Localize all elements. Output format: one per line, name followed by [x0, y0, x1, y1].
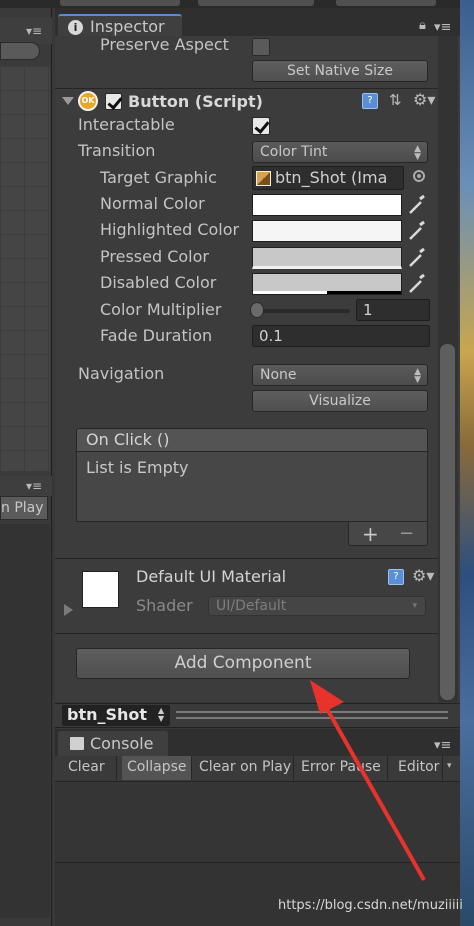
object-picker-dot	[417, 174, 421, 178]
panel-menu-icon[interactable]: ▾≡	[434, 20, 451, 35]
preserve-aspect-label: Preserve Aspect	[100, 35, 229, 54]
normal-color-swatch[interactable]	[252, 194, 402, 216]
target-graphic-label: Target Graphic	[100, 168, 217, 187]
target-graphic-value: btn_Shot (Ima	[275, 168, 388, 187]
shader-dropdown[interactable]: UI/Default ▾	[208, 596, 426, 616]
help-book-icon[interactable]: ?	[362, 93, 378, 109]
color-multiplier-field[interactable]: 1	[356, 299, 430, 321]
script-ok-icon: OK	[78, 91, 98, 111]
transition-label: Transition	[78, 141, 156, 160]
eyedropper-icon[interactable]	[406, 220, 428, 242]
set-native-size-button[interactable]: Set Native Size	[252, 60, 428, 82]
scene-grid[interactable]	[0, 66, 50, 471]
dropdown-arrow-icon: ▾	[412, 601, 417, 611]
target-graphic-field[interactable]: btn_Shot (Ima	[252, 166, 404, 190]
image-component-icon	[256, 171, 271, 186]
tab-inspector-label: Inspector	[90, 17, 165, 36]
info-icon: i	[68, 20, 83, 35]
highlighted-color-swatch[interactable]	[252, 220, 402, 242]
color-multiplier-label: Color Multiplier	[100, 300, 222, 319]
transition-value: Color Tint	[260, 144, 328, 160]
normal-color-label: Normal Color	[100, 194, 205, 213]
list-footer	[348, 522, 428, 546]
panel-menu-icon[interactable]: ▾≡	[26, 479, 42, 493]
fade-duration-label: Fade Duration	[100, 326, 213, 345]
dropdown-arrows-icon: ▲ ▼	[414, 144, 421, 162]
object-name-label: btn_Shot	[67, 705, 148, 724]
scene-search-field[interactable]	[0, 42, 40, 60]
eyedropper-icon[interactable]	[406, 194, 428, 216]
component-divider	[55, 633, 438, 634]
material-title: Default UI Material	[136, 567, 287, 586]
top-toolbar-button[interactable]	[60, 0, 180, 6]
object-name-field[interactable]: btn_Shot	[62, 705, 170, 726]
console-clear-button[interactable]: Clear	[63, 756, 117, 780]
help-book-icon[interactable]: ?	[388, 569, 404, 585]
on-click-label: On Click ()	[86, 430, 170, 449]
maximize-on-play-button[interactable]: n Play	[0, 496, 48, 520]
dropdown-arrows-icon[interactable]: ▲ ▼	[158, 707, 164, 723]
fade-duration-field[interactable]: 0.1	[252, 325, 430, 347]
watermark: https://blog.csdn.net/muziiiii	[278, 898, 463, 913]
annotation-arrow	[310, 680, 426, 881]
component-divider	[55, 88, 438, 89]
scene-view-panel[interactable]: ▾≡ ▾≡ n Play	[0, 8, 52, 926]
visualize-button[interactable]: Visualize	[252, 390, 428, 412]
pressed-color-swatch[interactable]	[252, 247, 402, 269]
dropdown-arrows-icon: ▲ ▼	[414, 367, 421, 385]
shader-value: UI/Default	[216, 598, 287, 614]
preset-sliders-icon[interactable]: ⇅	[389, 91, 402, 109]
tab-console-label: Console	[90, 734, 154, 753]
alpha-bar	[253, 291, 401, 294]
highlighted-color-label: Highlighted Color	[100, 220, 240, 239]
inspector-scrollbar-thumb[interactable]	[440, 344, 455, 700]
add-event-button[interactable]: +	[362, 522, 379, 546]
panel-menu-icon[interactable]: ▾≡	[26, 24, 42, 38]
remove-event-button[interactable]: −	[399, 523, 414, 544]
component-divider	[55, 558, 438, 559]
desktop-background-strip	[460, 0, 474, 926]
material-foldout-arrow-icon[interactable]	[64, 604, 73, 616]
interactable-label: Interactable	[78, 115, 175, 134]
button-component-title: Button (Script)	[128, 92, 263, 111]
dropdown-arrow-icon: ▾	[447, 761, 452, 771]
lock-icon[interactable]: 🔒︎	[419, 18, 426, 33]
game-view-area	[0, 524, 50, 918]
material-preview-swatch	[82, 571, 119, 608]
preserve-aspect-checkbox[interactable]	[252, 38, 270, 56]
top-toolbar-button[interactable]	[198, 0, 314, 6]
transition-dropdown[interactable]: Color Tint ▲ ▼	[252, 141, 428, 163]
list-empty-label: List is Empty	[86, 458, 189, 477]
disabled-color-label: Disabled Color	[100, 273, 217, 292]
color-multiplier-slider-thumb[interactable]	[250, 302, 264, 318]
gear-icon[interactable]: ⚙▾	[413, 90, 435, 109]
navigation-label: Navigation	[78, 364, 165, 383]
console-clear-on-play-button[interactable]: Clear on Play	[194, 756, 294, 780]
console-collapse-button[interactable]: Collapse	[122, 756, 192, 780]
add-component-button[interactable]: Add Component	[76, 648, 410, 679]
disabled-color-swatch[interactable]	[252, 273, 402, 295]
color-multiplier-slider-track[interactable]	[256, 309, 350, 313]
top-toolbar-button[interactable]	[336, 0, 436, 6]
interactable-checkbox[interactable]	[252, 117, 270, 135]
gear-icon[interactable]: ⚙▾	[412, 566, 434, 585]
tab-console[interactable]: Console	[58, 731, 168, 757]
foldout-arrow-icon[interactable]	[62, 97, 74, 105]
shader-label: Shader	[136, 596, 193, 615]
eyedropper-icon[interactable]	[406, 273, 428, 295]
console-icon	[70, 737, 84, 750]
navigation-dropdown[interactable]: None ▲ ▼	[252, 364, 428, 386]
navigation-value: None	[260, 367, 297, 383]
eyedropper-icon[interactable]	[406, 247, 428, 269]
button-enabled-checkbox[interactable]	[105, 93, 122, 110]
pressed-color-label: Pressed Color	[100, 247, 209, 266]
